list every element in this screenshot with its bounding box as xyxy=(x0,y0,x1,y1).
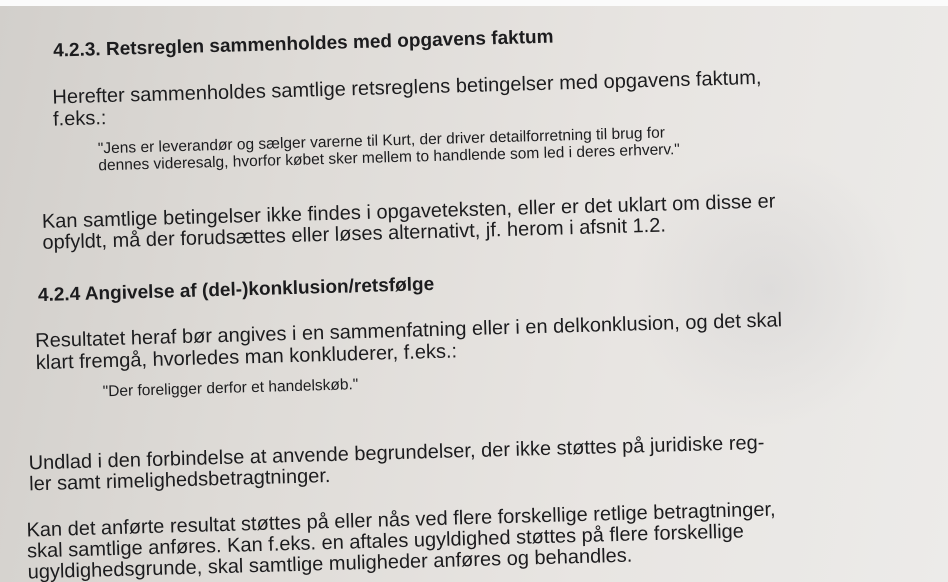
para-423-1-line-1: Herefter sammenholdes samtlige retsregle… xyxy=(52,66,762,109)
page-text: 4.2.3. Retsreglen sammenholdes med opgav… xyxy=(0,0,948,582)
para-424-2-line-1: Undlad i den forbindelse at anvende begr… xyxy=(28,431,765,475)
quote-424: "Der foreligger derfor et handelskøb." xyxy=(102,376,359,401)
heading-4-2-3: 4.2.3. Retsreglen sammenholdes med opgav… xyxy=(52,26,554,62)
photographed-page: 4.2.3. Retsreglen sammenholdes med opgav… xyxy=(0,0,948,582)
heading-4-2-4: 4.2.4 Angivelse af (del-)konklusion/rets… xyxy=(37,274,435,307)
para-423-1-line-2: f.eks.: xyxy=(52,107,107,131)
